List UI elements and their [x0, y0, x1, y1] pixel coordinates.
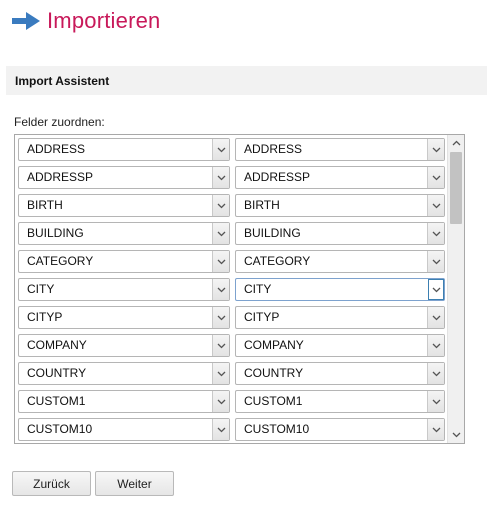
source-field-select[interactable]: COUNTRY: [18, 362, 230, 385]
chevron-down-icon[interactable]: [427, 195, 444, 216]
target-field-select[interactable]: ADDRESS: [235, 138, 445, 161]
scrollbar[interactable]: [447, 135, 464, 443]
target-field-value: ADDRESS: [244, 142, 303, 156]
target-field-select[interactable]: CITYP: [235, 306, 445, 329]
target-field-value: BUILDING: [244, 226, 301, 240]
source-field-select[interactable]: CUSTOM10: [18, 418, 230, 441]
target-field-value: BIRTH: [244, 198, 280, 212]
chevron-down-icon[interactable]: [212, 279, 229, 300]
scroll-down-icon[interactable]: [448, 427, 464, 443]
fields-label: Felder zuordnen:: [14, 115, 105, 129]
target-field-select[interactable]: CUSTOM1: [235, 390, 445, 413]
target-field-select[interactable]: BUILDING: [235, 222, 445, 245]
source-field-select[interactable]: COMPANY: [18, 334, 230, 357]
chevron-down-icon[interactable]: [427, 363, 444, 384]
chevron-down-icon[interactable]: [212, 195, 229, 216]
mapping-row: CATEGORY CATEGORY: [18, 250, 448, 278]
scroll-up-icon[interactable]: [448, 135, 464, 151]
source-field-value: COMPANY: [27, 338, 87, 352]
target-field-select[interactable]: ADDRESSP: [235, 166, 445, 189]
mapping-row: COMPANY COMPANY: [18, 334, 448, 362]
chevron-down-icon[interactable]: [212, 335, 229, 356]
source-field-select[interactable]: CITYP: [18, 306, 230, 329]
source-field-value: CUSTOM1: [27, 394, 86, 408]
source-field-value: CITY: [27, 282, 55, 296]
target-field-value: CITYP: [244, 310, 280, 324]
mapping-row: CUSTOM10 CUSTOM10: [18, 418, 448, 443]
chevron-down-icon[interactable]: [428, 279, 444, 300]
chevron-down-icon[interactable]: [212, 391, 229, 412]
source-field-value: CITYP: [27, 310, 63, 324]
source-field-value: ADDRESSP: [27, 170, 94, 184]
chevron-down-icon[interactable]: [427, 223, 444, 244]
chevron-down-icon[interactable]: [212, 139, 229, 160]
arrow-right-icon: [12, 11, 41, 31]
target-field-select[interactable]: COMPANY: [235, 334, 445, 357]
target-field-select[interactable]: CATEGORY: [235, 250, 445, 273]
source-field-select[interactable]: CATEGORY: [18, 250, 230, 273]
target-field-value: CUSTOM1: [244, 394, 303, 408]
mapping-row: ADDRESSP ADDRESSP: [18, 166, 448, 194]
scrollbar-thumb[interactable]: [450, 152, 462, 224]
section-title: Import Assistent: [15, 73, 110, 88]
mapping-row: CITYP CITYP: [18, 306, 448, 334]
target-field-value: CITY: [244, 282, 272, 296]
source-field-value: CATEGORY: [27, 254, 94, 268]
target-field-value: CATEGORY: [244, 254, 311, 268]
target-field-value: CUSTOM10: [244, 422, 310, 436]
source-field-select[interactable]: ADDRESSP: [18, 166, 230, 189]
section-header: Import Assistent: [6, 66, 487, 95]
mapping-row: BIRTH BIRTH: [18, 194, 448, 222]
chevron-down-icon[interactable]: [427, 335, 444, 356]
chevron-down-icon[interactable]: [427, 419, 444, 440]
mapping-row: CUSTOM1 CUSTOM1: [18, 390, 448, 418]
chevron-down-icon[interactable]: [212, 419, 229, 440]
field-mapping-list[interactable]: ADDRESS ADDRESS ADDRESSP ADDRESSP BIRTH BIRTH…: [14, 134, 465, 444]
source-field-value: COUNTRY: [27, 366, 87, 380]
source-field-select[interactable]: CUSTOM1: [18, 390, 230, 413]
target-field-value: COUNTRY: [244, 366, 304, 380]
target-field-select[interactable]: CUSTOM10: [235, 418, 445, 441]
chevron-down-icon[interactable]: [212, 307, 229, 328]
target-field-select[interactable]: COUNTRY: [235, 362, 445, 385]
mapping-row: ADDRESS ADDRESS: [18, 138, 448, 166]
next-button[interactable]: Weiter: [95, 471, 174, 496]
chevron-down-icon[interactable]: [212, 363, 229, 384]
target-field-select[interactable]: BIRTH: [235, 194, 445, 217]
source-field-value: ADDRESS: [27, 142, 86, 156]
chevron-down-icon[interactable]: [212, 167, 229, 188]
source-field-select[interactable]: CITY: [18, 278, 230, 301]
chevron-down-icon[interactable]: [427, 139, 444, 160]
target-field-value: COMPANY: [244, 338, 304, 352]
chevron-down-icon[interactable]: [212, 223, 229, 244]
mapping-rows: ADDRESS ADDRESS ADDRESSP ADDRESSP BIRTH BIRTH…: [18, 138, 448, 443]
target-field-select[interactable]: CITY: [235, 278, 445, 301]
page-header: Importieren: [12, 6, 160, 36]
source-field-select[interactable]: ADDRESS: [18, 138, 230, 161]
source-field-value: BIRTH: [27, 198, 63, 212]
mapping-row: COUNTRY COUNTRY: [18, 362, 448, 390]
mapping-row: BUILDING BUILDING: [18, 222, 448, 250]
mapping-row: CITY CITY: [18, 278, 448, 306]
source-field-value: CUSTOM10: [27, 422, 93, 436]
source-field-value: BUILDING: [27, 226, 84, 240]
chevron-down-icon[interactable]: [212, 251, 229, 272]
chevron-down-icon[interactable]: [427, 391, 444, 412]
source-field-select[interactable]: BUILDING: [18, 222, 230, 245]
target-field-value: ADDRESSP: [244, 170, 311, 184]
chevron-down-icon[interactable]: [427, 167, 444, 188]
page-title: Importieren: [47, 8, 161, 33]
chevron-down-icon[interactable]: [427, 307, 444, 328]
source-field-select[interactable]: BIRTH: [18, 194, 230, 217]
chevron-down-icon[interactable]: [427, 251, 444, 272]
back-button[interactable]: Zurück: [12, 471, 91, 496]
